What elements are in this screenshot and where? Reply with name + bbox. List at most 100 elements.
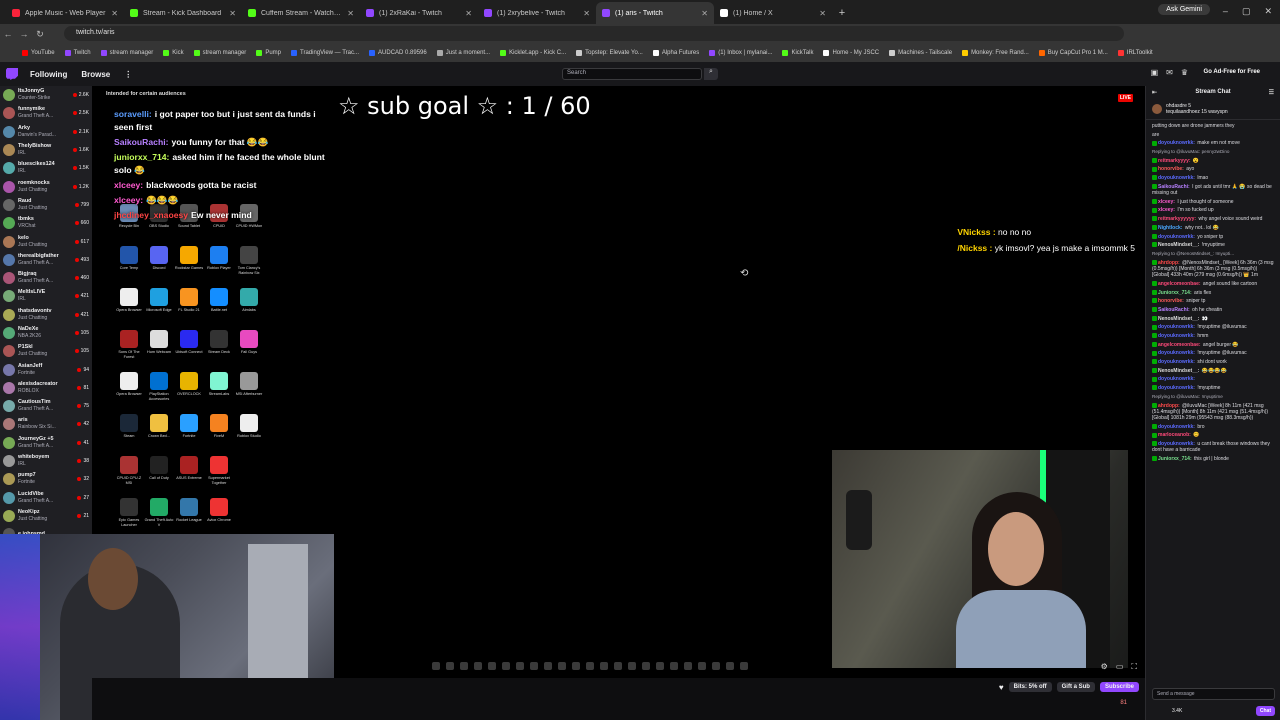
bookmark-item[interactable]: KickTalk (782, 50, 813, 56)
chat-username[interactable]: doyouknowrkk: (1158, 234, 1195, 240)
close-tab-icon[interactable]: ✕ (583, 9, 590, 18)
sidebar-channel[interactable]: P1Skl Just Chatting 105 (0, 342, 92, 360)
close-tab-icon[interactable]: ✕ (465, 9, 472, 18)
sidebar-channel[interactable]: kelo Just Chatting 617 (0, 232, 92, 250)
forward-icon[interactable]: → (16, 29, 32, 39)
fullscreen-icon[interactable]: ⛶ (1131, 662, 1137, 672)
chat-username[interactable]: angelcomeonbae: (1158, 281, 1201, 287)
maximize-button[interactable]: ▢ (1242, 6, 1251, 17)
crown-icon[interactable]: ♛ (1181, 68, 1188, 77)
twitch-logo-icon[interactable] (6, 68, 18, 80)
bookmark-item[interactable]: Pump (256, 50, 281, 56)
browser-tab[interactable]: (1) Home / X ✕ (714, 2, 832, 24)
chat-username[interactable]: xlceey: (1158, 207, 1175, 213)
bookmark-item[interactable]: Kick (163, 50, 184, 56)
search-input[interactable]: Search (562, 68, 702, 80)
chat-username[interactable]: doyouknowrkk: (1158, 424, 1195, 430)
chat-username[interactable]: NenosMindset__: (1158, 242, 1199, 248)
bookmark-item[interactable]: Twitch (64, 50, 91, 56)
chat-username[interactable]: NenosMindset__: (1158, 316, 1199, 322)
browser-tab[interactable]: (1) 2xRaKai - Twitch ✕ (360, 2, 478, 24)
inbox-icon[interactable]: ✉ (1166, 68, 1173, 77)
chat-username[interactable]: doyouknowrkk: (1158, 441, 1195, 447)
chat-username[interactable]: doyouknowrkk: (1158, 175, 1195, 181)
search-button[interactable]: ⌕ (704, 68, 718, 80)
gift-sub-button[interactable]: Gift a Sub (1056, 682, 1095, 692)
sidebar-channel[interactable]: CautiousTim Grand Theft A... 75 (0, 397, 92, 415)
sidebar-channel[interactable]: MeltIsLIVE IRL 421 (0, 287, 92, 305)
sidebar-channel[interactable]: AsianJeff Fortnite 94 (0, 360, 92, 378)
sidebar-channel[interactable]: JourneyGz +5 Grand Theft A... 41 (0, 434, 92, 452)
url-input[interactable]: twitch.tv/aris (64, 26, 1124, 41)
sidebar-channel[interactable]: Raud Just Chatting 799 (0, 196, 92, 214)
chat-username[interactable]: SaikouRachi: (1158, 184, 1190, 190)
chat-username[interactable]: ahrdopp: (1158, 403, 1180, 409)
bits-button[interactable]: Bits: 5% off (1008, 682, 1052, 692)
collapse-chat-icon[interactable]: ⇤ (1152, 89, 1157, 96)
ad-free-button[interactable]: Go Ad-Free for Free (1204, 69, 1260, 75)
chat-username[interactable]: doyouknowrkk: (1158, 140, 1195, 146)
following-link[interactable]: Following (30, 70, 67, 79)
bookmark-item[interactable]: Topstep: Elevate Yo... (576, 50, 643, 56)
browser-tab[interactable]: Cuffem Stream - Watch Live o... ✕ (242, 2, 360, 24)
chat-input[interactable]: Send a message (1152, 688, 1275, 700)
chat-username[interactable]: honorvibe: (1158, 166, 1184, 172)
bookmark-item[interactable]: IRLToolkit (1117, 50, 1153, 56)
follow-heart-icon[interactable]: ♥ (999, 683, 1004, 692)
minimize-button[interactable]: – (1223, 6, 1228, 17)
subscribe-button[interactable]: Subscribe (1099, 682, 1139, 692)
bookmark-item[interactable]: Home - My JSCC (823, 50, 879, 56)
sidebar-channel[interactable]: aris Rainbow Six Si... 42 (0, 415, 92, 433)
sidebar-channel[interactable]: Arky Darwin's Parad... 2.1K (0, 123, 92, 141)
chat-username[interactable]: doyouknowrkk: (1158, 324, 1195, 330)
chat-username[interactable]: ahrdopp: (1158, 260, 1180, 266)
new-tab-button[interactable]: + (832, 2, 852, 24)
browser-tab[interactable]: Apple Music - Web Player ✕ (6, 2, 124, 24)
chat-username[interactable]: doyouknowrkk: (1158, 376, 1195, 382)
browse-link[interactable]: Browse (81, 70, 110, 79)
sidebar-channel[interactable]: whiteboyem IRL 38 (0, 452, 92, 470)
bookmark-item[interactable]: stream manager (100, 50, 153, 56)
chat-username[interactable]: reitmarkyyyy: (1158, 158, 1191, 164)
sidebar-channel[interactable]: therealbigfather Grand Theft A... 493 (0, 251, 92, 269)
chat-users-icon[interactable]: ☰ (1269, 89, 1274, 96)
browser-tab[interactable]: (1) 2xrybelive - Twitch ✕ (478, 2, 596, 24)
chat-username[interactable]: doyouknowrkk: (1158, 333, 1195, 339)
bookmark-item[interactable]: TradingView — Trac... (291, 50, 359, 56)
close-window-button[interactable]: ✕ (1264, 6, 1272, 17)
chat-username[interactable]: honorvibe: (1158, 298, 1184, 304)
sidebar-channel[interactable]: TheIyBishow IRL 1.6K (0, 141, 92, 159)
chat-username[interactable]: xlceey: (1158, 199, 1175, 205)
gifted-leaderboard[interactable]: ohdasdre 5 tequilaandhoez 15 wavyspn (1146, 98, 1280, 120)
sidebar-channel[interactable]: tbmks VRChat 660 (0, 214, 92, 232)
chat-username[interactable]: NenosMindset__: (1158, 368, 1199, 374)
sidebar-channel[interactable]: bluescikes124 IRL 1.5K (0, 159, 92, 177)
close-tab-icon[interactable]: ✕ (701, 9, 708, 18)
sidebar-channel[interactable]: funnymike Grand Theft A... 2.5K (0, 104, 92, 122)
reload-icon[interactable]: ↻ (32, 29, 48, 40)
bookmark-item[interactable]: YouTube (22, 50, 55, 56)
close-tab-icon[interactable]: ✕ (347, 9, 354, 18)
bookmark-item[interactable]: stream manager (193, 50, 246, 56)
bookmark-item[interactable]: Machines - Tailscale (889, 50, 952, 56)
chat-username[interactable]: SaikouRachi: (1158, 307, 1190, 313)
bookmark-item[interactable]: (1) Inbox | mylanai... (709, 50, 772, 56)
sidebar-channel[interactable]: ItsJonnyG Counter-Strike 2.6K (0, 86, 92, 104)
chat-send-button[interactable]: Chat (1255, 706, 1275, 716)
sidebar-channel[interactable]: thatsdavontv Just Chatting 421 (0, 306, 92, 324)
chat-username[interactable]: angelcomeonbae: (1158, 342, 1201, 348)
browser-tab[interactable]: Stream - Kick Dashboard ✕ (124, 2, 242, 24)
chat-username[interactable]: doyouknowrkk: (1158, 385, 1195, 391)
sidebar-channel[interactable]: alexisdacreator ROBLOX 81 (0, 379, 92, 397)
browser-tab[interactable]: (1) aris - Twitch ✕ (596, 2, 714, 24)
bookmark-item[interactable]: Buy CapCut Pro 1 M... (1038, 50, 1108, 56)
ask-gemini-button[interactable]: Ask Gemini (1158, 4, 1210, 15)
back-icon[interactable]: ← (0, 29, 16, 39)
bookmark-item[interactable]: Just a moment... (436, 50, 490, 56)
chat-username[interactable]: Juniorxx_714: (1158, 290, 1192, 296)
sidebar-channel[interactable]: LucidVibe Grand Theft A... 27 (0, 489, 92, 507)
bookmark-item[interactable]: Alpha Futures (652, 50, 699, 56)
sidebar-channel[interactable]: roemknocks Just Chatting 1.2K (0, 177, 92, 195)
sidebar-channel[interactable]: Bigjraq Grand Theft A... 460 (0, 269, 92, 287)
theatre-mode-icon[interactable]: ▭ (1116, 662, 1124, 672)
